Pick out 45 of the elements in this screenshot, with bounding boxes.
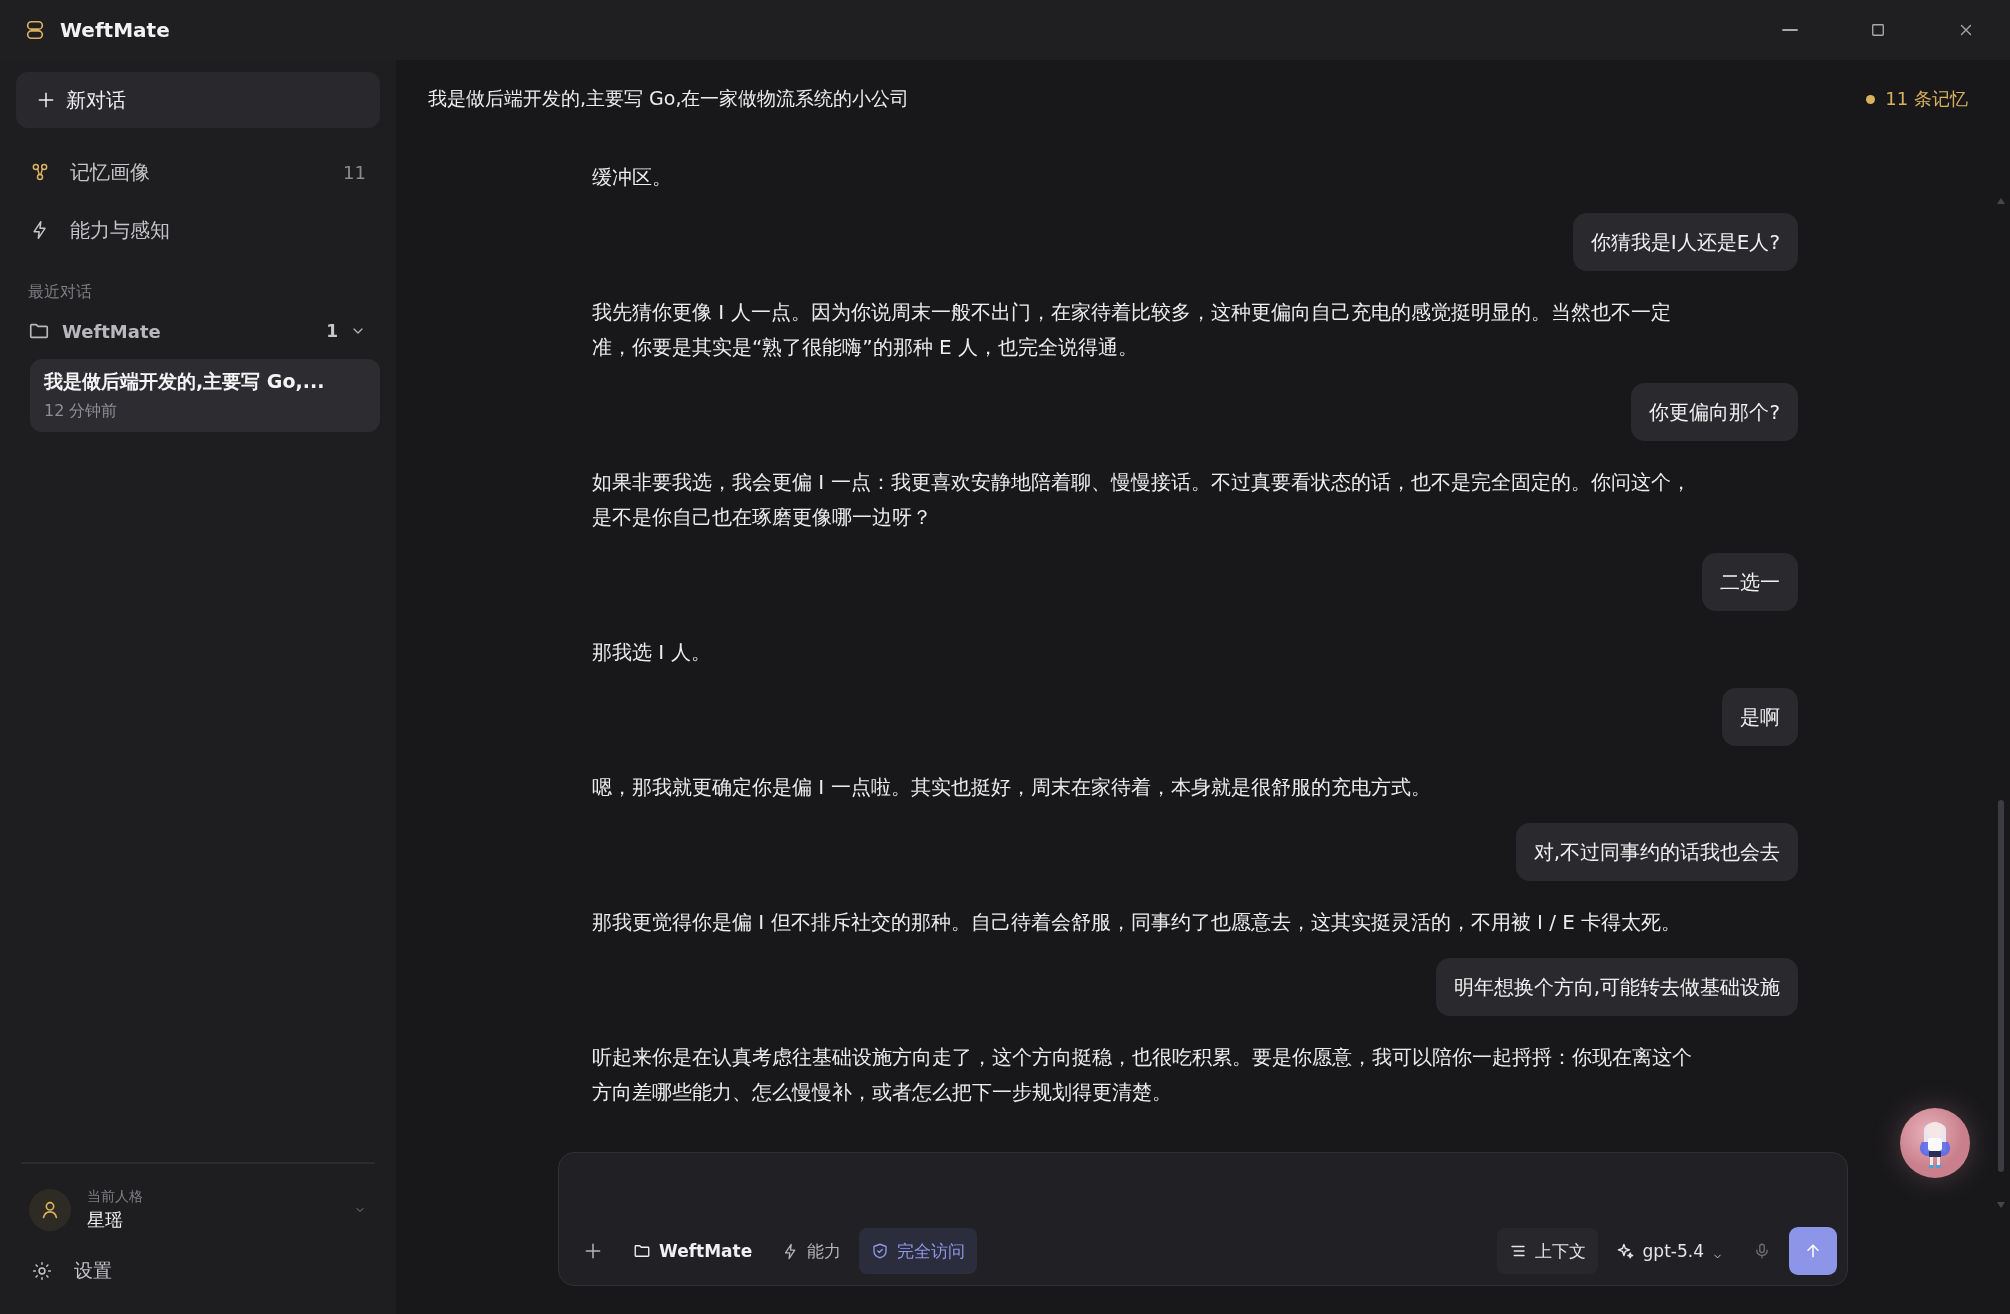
persona-name: 星瑶 bbox=[87, 1208, 124, 1232]
send-button[interactable] bbox=[1789, 1227, 1837, 1275]
user-message: 对,不过同事约的话我也会去 bbox=[1515, 823, 1798, 881]
assistant-message: 我先猜你更像 I 人一点。因为你说周末一般不出门，在家待着比较多，这种更偏向自己充电的感觉挺明显的。当然也不一定准，你要是其实是“熟了很能嗨”的那种 E 人，也完全说得通。 bbox=[592, 299, 1672, 361]
gear-icon bbox=[32, 1261, 52, 1281]
user-message: 是啊 bbox=[1722, 688, 1798, 746]
user-message: 二选一 bbox=[1702, 553, 1798, 611]
assistant-message: 嗯，那我就更确定你是偏 I 一点啦。其实也挺好，周末在家待着，本身就是很舒服的充电方式。 bbox=[592, 774, 1432, 801]
user-message: 你猜我是I人还是E人? bbox=[1572, 213, 1798, 271]
model-selector[interactable]: gpt-5.4 bbox=[1603, 1228, 1735, 1274]
nav-item[interactable]: 记忆画像 11 bbox=[16, 144, 380, 200]
window-title: WeftMate bbox=[60, 18, 170, 42]
plus-icon bbox=[36, 90, 56, 110]
maximize-icon bbox=[1869, 21, 1887, 39]
new-chat-button[interactable]: 新对话 bbox=[16, 72, 380, 128]
assistant-message: 缓冲区。 bbox=[592, 164, 673, 191]
access-toggle[interactable]: 完全访问 bbox=[859, 1228, 978, 1274]
conversation-item[interactable]: 我是做后端开发的,主要写 Go,... 12 分钟前 bbox=[30, 359, 380, 432]
folder-row[interactable]: WeftMate 1 bbox=[16, 303, 380, 359]
scrollbar[interactable] bbox=[1996, 198, 2006, 1208]
assistant-message: 听起来你是在认真考虑往基础设施方向走了，这个方向挺稳，也很吃积累。要是你愿意，我可以陪你一起捋捋：你现在离这个方向差哪些能力、怎么慢慢补，或者怎么把下一步规划得更清楚。 bbox=[592, 1044, 1693, 1106]
persona-label: 当前人格 bbox=[87, 1188, 144, 1206]
user-message: 你更偏向那个? bbox=[1631, 383, 1798, 441]
project-button[interactable]: WeftMate bbox=[621, 1228, 765, 1274]
assistant-message: 那我选 I 人。 bbox=[592, 639, 712, 666]
user-message: 明年想换个方向,可能转去做基础设施 bbox=[1435, 958, 1798, 1016]
sparkle-icon bbox=[1615, 1241, 1635, 1261]
scroll-up-icon[interactable] bbox=[1997, 198, 2005, 204]
minimize-icon bbox=[1782, 29, 1798, 31]
memory-badge[interactable]: 11 条记忆 bbox=[1866, 87, 1968, 111]
shield-icon bbox=[871, 1242, 890, 1260]
microphone-icon bbox=[1753, 1242, 1771, 1260]
context-button[interactable]: 上下文 bbox=[1496, 1228, 1598, 1274]
settings-item[interactable]: 设置 bbox=[16, 1244, 380, 1298]
capability-button[interactable]: 能力 bbox=[770, 1228, 854, 1274]
nav-item[interactable]: 能力与感知 bbox=[16, 202, 380, 258]
chat-title: 我是做后端开发的,主要写 Go,在一家做物流系统的小公司 bbox=[428, 86, 911, 111]
section-label: 最近对话 bbox=[28, 282, 93, 303]
nodes-icon bbox=[30, 162, 50, 182]
plus-icon bbox=[583, 1241, 603, 1261]
logo-icon bbox=[24, 19, 46, 41]
folder-icon bbox=[633, 1242, 651, 1260]
assistant-message: 如果非要我选，我会更偏 I 一点：我更喜欢安静地陪着聊、慢慢接话。不过真要看状态的话，也不是完全固定的。你问这个，是不是你自己也在琢磨更像哪一边呀？ bbox=[592, 469, 1692, 531]
assistant-message: 那我更觉得你是偏 I 但不排斥社交的那种。自己待着会舒服，同事约了也愿意去，这其实挺灵活的，不用被 I / E 卡得太死。 bbox=[592, 909, 1683, 936]
scroll-down-icon[interactable] bbox=[1997, 1202, 2005, 1208]
